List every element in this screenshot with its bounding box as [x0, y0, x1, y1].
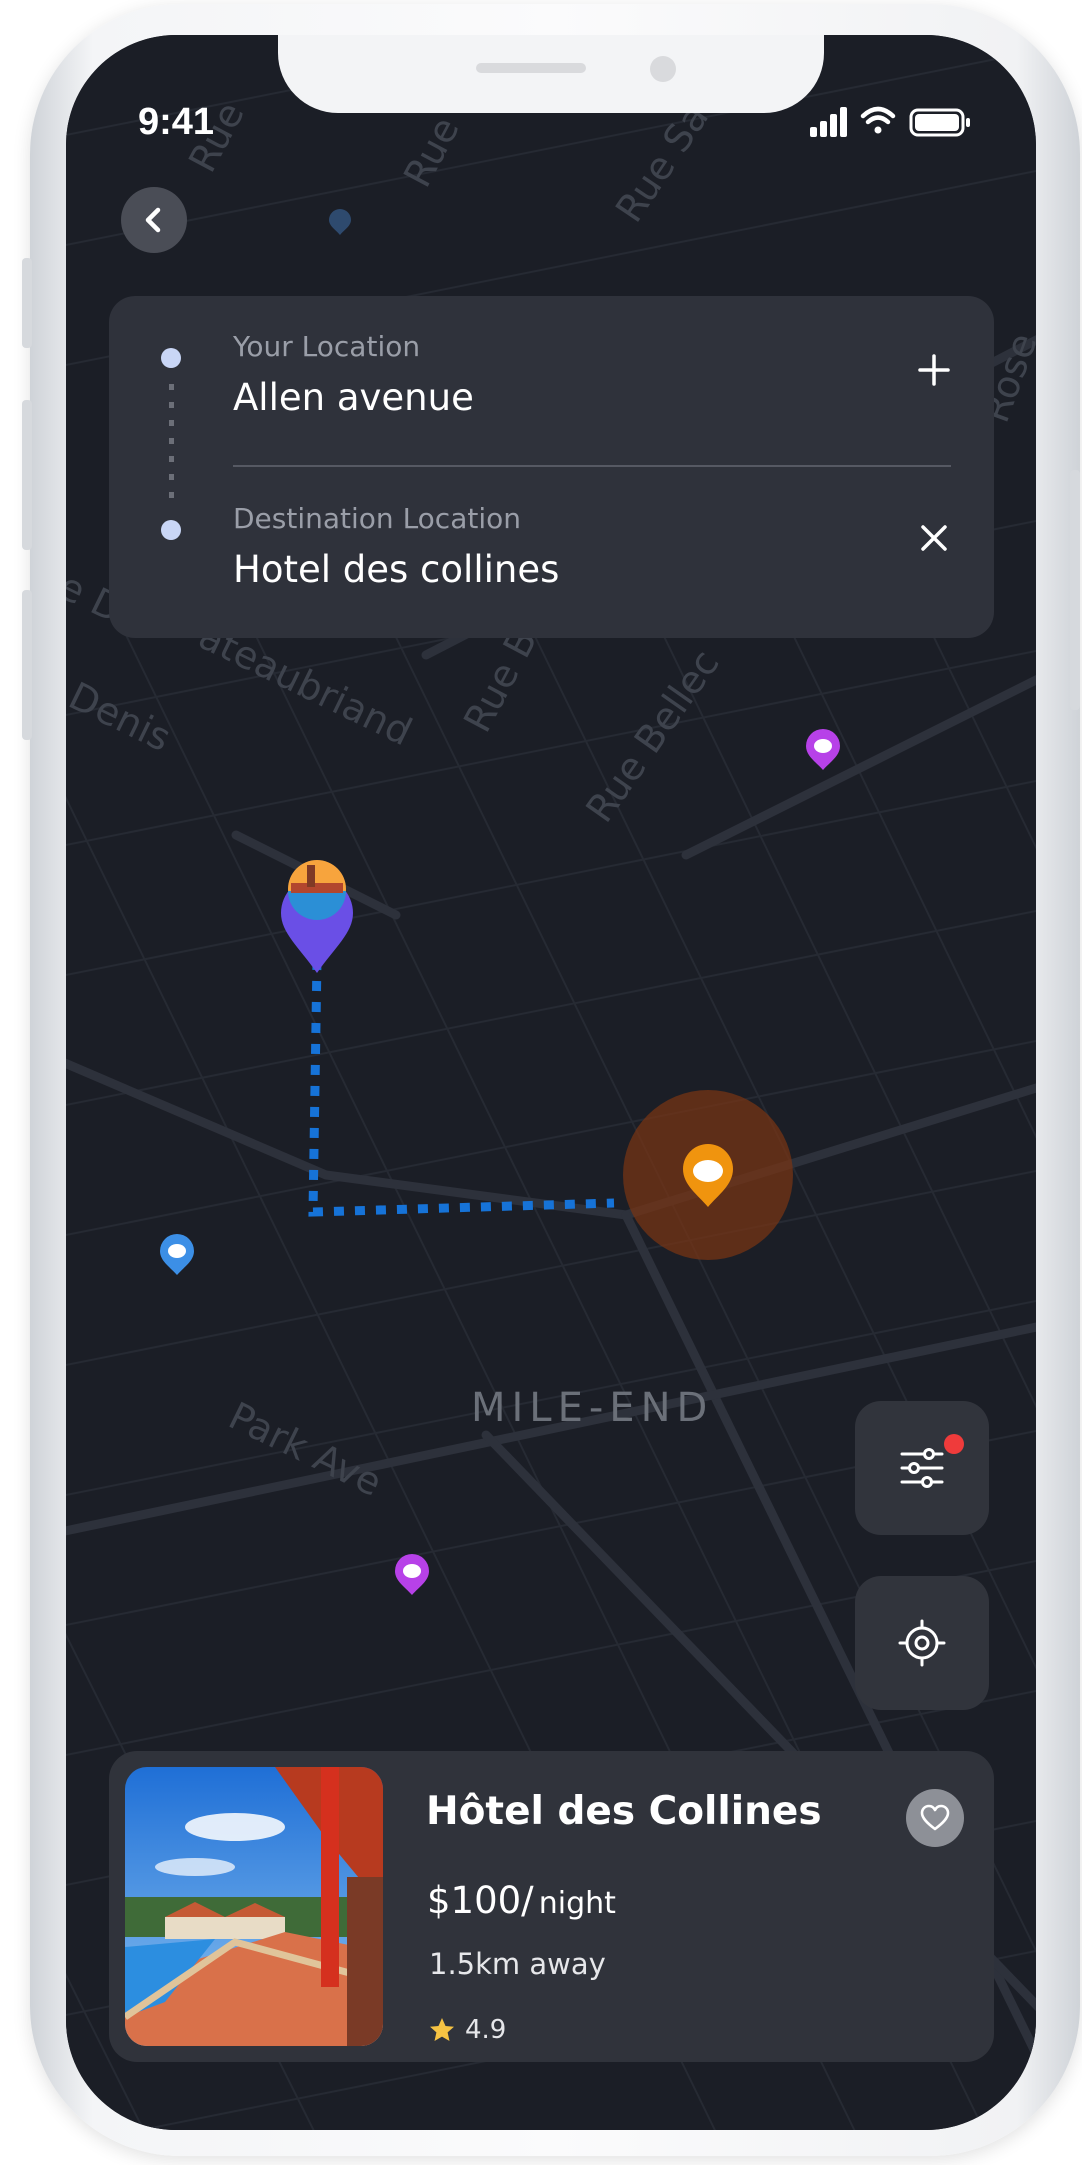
destination-label: Destination Location	[233, 502, 521, 535]
route-card: Your Location Allen avenue Destination L…	[109, 296, 994, 638]
crosshair-icon	[898, 1619, 946, 1667]
side-button-power	[1070, 470, 1080, 710]
hotel-rating: 4.9	[429, 2015, 506, 2045]
route-connector	[169, 384, 174, 504]
chevron-left-icon	[145, 207, 161, 233]
origin-dot	[161, 348, 181, 368]
add-stop-button[interactable]	[911, 347, 957, 393]
status-time: 9:41	[138, 101, 215, 143]
clear-destination-button[interactable]	[911, 515, 957, 561]
back-button[interactable]	[121, 187, 187, 253]
side-button-silent	[22, 258, 32, 348]
destination-marker[interactable]	[623, 1090, 793, 1260]
origin-field[interactable]: Allen avenue	[233, 376, 474, 419]
sliders-icon	[900, 1448, 944, 1488]
filter-button[interactable]	[855, 1401, 989, 1535]
battery-icon	[909, 108, 970, 137]
notch	[278, 35, 824, 113]
hotel-card[interactable]: Hôtel des Collines $100/ night 1.5km awa…	[109, 1751, 994, 2062]
side-button-volume-down	[22, 590, 32, 740]
close-icon	[921, 525, 947, 551]
favorite-button[interactable]	[906, 1789, 964, 1847]
heart-icon	[920, 1804, 950, 1831]
locate-me-button[interactable]	[855, 1576, 989, 1710]
price-unit: night	[538, 1886, 616, 1921]
hotel-photo	[125, 1767, 383, 2046]
hotel-name: Hôtel des Collines	[426, 1789, 822, 1834]
side-button-volume-up	[22, 400, 32, 550]
hotel-price: $100/	[427, 1879, 534, 1922]
speaker-grille	[476, 63, 586, 73]
destination-field[interactable]: Hotel des collines	[233, 548, 559, 591]
plus-icon	[918, 354, 950, 386]
district-label: MILE-END	[471, 1385, 713, 1431]
status-icons	[810, 106, 970, 137]
rating-value: 4.9	[465, 2015, 507, 2045]
route-divider	[233, 465, 951, 467]
signal-icon	[810, 107, 847, 137]
price-row: $100/ night	[427, 1879, 616, 1922]
front-camera	[650, 56, 676, 82]
origin-label: Your Location	[233, 330, 421, 363]
notification-dot	[944, 1434, 964, 1454]
star-icon	[430, 2018, 454, 2041]
wifi-icon	[860, 106, 896, 134]
hotel-distance: 1.5km away	[429, 1947, 606, 1981]
destination-dot	[161, 520, 181, 540]
phone-screen: Park Ave Rue Bellec ateaubriand Rue B De…	[66, 35, 1036, 2130]
